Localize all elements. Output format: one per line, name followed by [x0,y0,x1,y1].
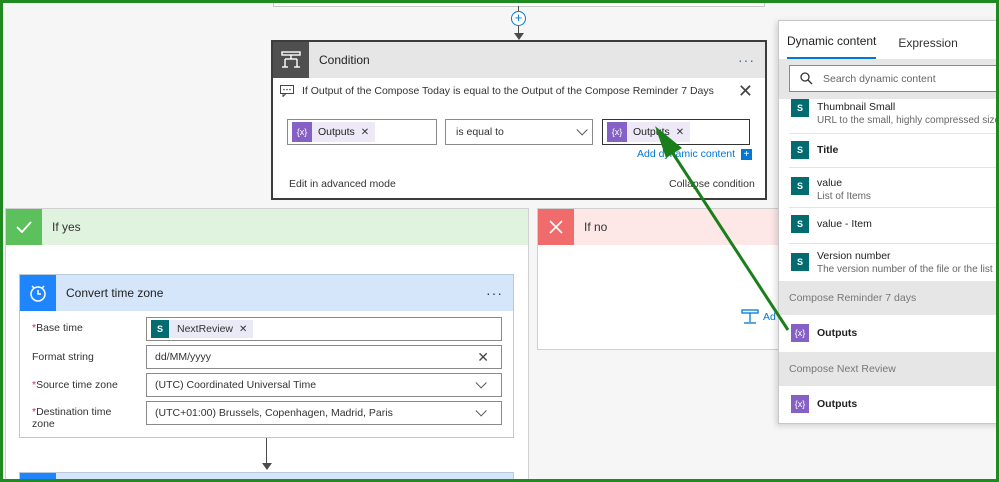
compose-icon: {x} [607,122,627,142]
dynamic-item-compose-next-review-outputs[interactable]: {x} Outputs [779,395,999,413]
dynamic-item-value-item[interactable]: S value - Item [779,215,999,233]
format-string-field[interactable]: dd/MM/yyyy ✕ [146,345,502,369]
condition-card: Condition ··· If Output of the Compose T… [271,40,767,200]
base-time-label: *Base time [32,322,83,334]
outputs-token[interactable]: {x} Outputs ✕ [607,122,691,142]
condition-header[interactable]: Condition ··· [273,42,765,78]
dynamic-item-thumbnail-small[interactable]: S Thumbnail Small URL to the small, highl… [779,99,999,126]
if-no-header: If no [538,209,786,245]
chevron-down-icon [576,124,588,136]
add-icon: + [741,148,753,160]
sharepoint-icon: S [791,177,809,195]
dynamic-item-value[interactable]: S value List of Items [779,177,999,202]
source-time-zone-label: *Source time zone [32,379,118,391]
if-no-label: If no [584,220,608,234]
compose-icon: {x} [791,324,809,342]
add-action-icon [741,309,759,324]
if-no-branch: If no Ad [537,208,787,350]
search-bar: Search dynamic content [779,59,999,99]
group-compose-reminder: Compose Reminder 7 days [779,281,999,315]
remove-token-icon[interactable]: ✕ [239,324,247,335]
chevron-down-icon [475,405,487,417]
cross-icon [538,209,574,245]
connector-line [266,438,267,464]
add-dynamic-content-link[interactable]: Add dynamic content + [637,148,753,160]
convert-time-zone-card: Convert time zone ··· *Base time S NextR… [19,274,514,438]
check-icon [6,209,42,245]
condition-title: Condition [319,53,370,67]
outputs-token[interactable]: {x} Outputs ✕ [292,122,376,142]
sharepoint-icon: S [151,320,169,338]
format-string-label: Format string [32,351,94,363]
group-compose-next-review: Compose Next Review [779,352,999,386]
condition-right-operand[interactable]: {x} Outputs ✕ [602,119,750,145]
arrow-down-icon [262,463,272,470]
compose-icon: {x} [791,395,809,413]
more-options-icon[interactable]: ··· [738,52,755,68]
collapse-condition-link[interactable]: Collapse condition [669,178,755,190]
clear-icon[interactable]: ✕ [477,349,489,366]
search-dynamic-content-input[interactable]: Search dynamic content [789,65,997,92]
remove-token-icon[interactable]: ✕ [361,127,369,138]
tab-expression[interactable]: Expression [898,36,957,59]
dynamic-item-title[interactable]: S Title [779,141,999,159]
convert-time-zone-title: Convert time zone [66,286,164,300]
operator-value: is equal to [456,126,504,138]
base-time-field[interactable]: S NextReview ✕ [146,317,502,341]
condition-comment: If Output of the Compose Today is equal … [273,78,765,104]
dynamic-item-version-number[interactable]: S Version number The version number of th… [779,250,999,275]
condition-description: If Output of the Compose Today is equal … [302,85,714,97]
arrow-down-icon [514,33,524,40]
next-step-card [19,472,514,482]
dynamic-item-compose-reminder-outputs[interactable]: {x} Outputs [779,324,999,342]
insert-step-button[interactable]: + [511,11,526,26]
search-icon [800,72,813,85]
clock-icon [20,275,56,311]
condition-operator-select[interactable]: is equal to [445,119,593,145]
if-yes-header: If yes [6,209,528,245]
convert-time-zone-header[interactable]: Convert time zone ··· [20,275,513,311]
sharepoint-icon: S [791,253,809,271]
dynamic-content-panel: Dynamic content Expression Search dynami… [778,20,999,424]
sharepoint-icon: S [791,99,809,117]
nextreview-token[interactable]: S NextReview ✕ [151,320,254,338]
destination-time-zone-select[interactable]: (UTC+01:00) Brussels, Copenhagen, Madrid… [146,401,502,425]
compose-icon: {x} [292,122,312,142]
remove-token-icon[interactable]: ✕ [676,127,684,138]
edit-advanced-mode-link[interactable]: Edit in advanced mode [289,178,396,190]
condition-left-operand[interactable]: {x} Outputs ✕ [287,119,437,145]
dynamic-panel-tabs: Dynamic content Expression [779,21,999,59]
source-time-zone-select[interactable]: (UTC) Coordinated Universal Time [146,373,502,397]
close-icon[interactable]: ✕ [738,81,753,102]
sharepoint-icon: S [791,141,809,159]
add-action-button[interactable]: Ad [741,309,776,325]
tab-dynamic-content[interactable]: Dynamic content [787,34,877,59]
condition-icon [273,42,309,78]
previous-step-card [273,0,765,7]
chevron-down-icon [475,377,487,389]
sharepoint-icon: S [791,215,809,233]
if-yes-label: If yes [52,220,81,234]
comment-icon [280,85,294,97]
more-options-icon[interactable]: ··· [486,285,503,301]
destination-time-zone-label: *Destination time zone [32,406,112,430]
